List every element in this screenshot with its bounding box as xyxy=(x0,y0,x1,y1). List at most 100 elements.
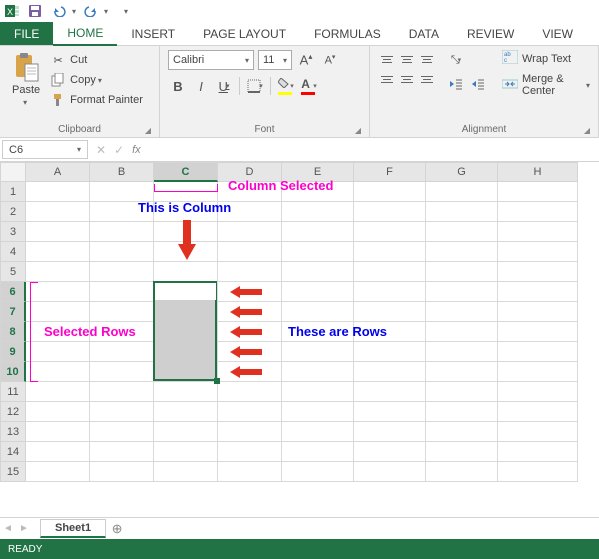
cell-E8[interactable] xyxy=(282,322,354,342)
row-header-7[interactable]: 7 xyxy=(0,302,26,322)
cell-F1[interactable] xyxy=(354,182,426,202)
col-header-H[interactable]: H xyxy=(498,162,578,182)
cell-F6[interactable] xyxy=(354,282,426,302)
tab-view[interactable]: VIEW xyxy=(528,22,587,45)
qat-customize-icon[interactable]: ▾ xyxy=(124,7,128,16)
cell-E4[interactable] xyxy=(282,242,354,262)
cell-A8[interactable] xyxy=(26,322,90,342)
cell-F2[interactable] xyxy=(354,202,426,222)
cell-G8[interactable] xyxy=(426,322,498,342)
cell-H6[interactable] xyxy=(498,282,578,302)
cell-G11[interactable] xyxy=(426,382,498,402)
cell-C9[interactable] xyxy=(154,342,218,362)
cell-D2[interactable] xyxy=(218,202,282,222)
cell-D9[interactable] xyxy=(218,342,282,362)
row-header-8[interactable]: 8 xyxy=(0,322,26,342)
col-header-F[interactable]: F xyxy=(354,162,426,182)
cell-D6[interactable] xyxy=(218,282,282,302)
cell-A9[interactable] xyxy=(26,342,90,362)
cell-D13[interactable] xyxy=(218,422,282,442)
cell-H11[interactable] xyxy=(498,382,578,402)
row-header-9[interactable]: 9 xyxy=(0,342,26,362)
cell-G3[interactable] xyxy=(426,222,498,242)
cell-C13[interactable] xyxy=(154,422,218,442)
cell-B9[interactable] xyxy=(90,342,154,362)
tab-scroll-right-icon[interactable]: ► xyxy=(16,523,32,534)
cell-F8[interactable] xyxy=(354,322,426,342)
cell-G4[interactable] xyxy=(426,242,498,262)
undo-icon[interactable] xyxy=(50,2,68,20)
cell-A7[interactable] xyxy=(26,302,90,322)
cell-D10[interactable] xyxy=(218,362,282,382)
row-header-15[interactable]: 15 xyxy=(0,462,26,482)
cell-D7[interactable] xyxy=(218,302,282,322)
decrease-font-button[interactable]: A▾ xyxy=(320,50,340,70)
cell-C7[interactable] xyxy=(154,302,218,322)
cell-D4[interactable] xyxy=(218,242,282,262)
row-header-13[interactable]: 13 xyxy=(0,422,26,442)
cell-E5[interactable] xyxy=(282,262,354,282)
cell-F14[interactable] xyxy=(354,442,426,462)
cell-H2[interactable] xyxy=(498,202,578,222)
tab-page-layout[interactable]: PAGE LAYOUT xyxy=(189,22,300,45)
redo-icon[interactable] xyxy=(82,2,100,20)
align-bottom-center-button[interactable] xyxy=(398,70,416,88)
cell-E12[interactable] xyxy=(282,402,354,422)
save-icon[interactable] xyxy=(26,2,44,20)
select-all-corner[interactable] xyxy=(0,162,26,182)
cell-F11[interactable] xyxy=(354,382,426,402)
cell-A13[interactable] xyxy=(26,422,90,442)
tab-insert[interactable]: INSERT xyxy=(117,22,189,45)
cell-H7[interactable] xyxy=(498,302,578,322)
cell-G6[interactable] xyxy=(426,282,498,302)
row-header-12[interactable]: 12 xyxy=(0,402,26,422)
cell-C6[interactable] xyxy=(154,282,218,302)
border-button[interactable]: ▾ xyxy=(245,76,265,96)
format-painter-button[interactable]: Format Painter xyxy=(50,92,143,108)
tab-formulas[interactable]: FORMULAS xyxy=(300,22,395,45)
new-sheet-button[interactable]: ⊕ xyxy=(106,521,128,537)
cell-E2[interactable] xyxy=(282,202,354,222)
paste-button[interactable]: Paste ▾ xyxy=(8,50,44,109)
cell-C3[interactable] xyxy=(154,222,218,242)
cell-A5[interactable] xyxy=(26,262,90,282)
cell-H5[interactable] xyxy=(498,262,578,282)
row-header-14[interactable]: 14 xyxy=(0,442,26,462)
cell-B5[interactable] xyxy=(90,262,154,282)
cell-E10[interactable] xyxy=(282,362,354,382)
cell-H15[interactable] xyxy=(498,462,578,482)
cell-B13[interactable] xyxy=(90,422,154,442)
cell-C8[interactable] xyxy=(154,322,218,342)
enter-formula-icon[interactable]: ✓ xyxy=(114,143,124,157)
cell-D8[interactable] xyxy=(218,322,282,342)
row-header-4[interactable]: 4 xyxy=(0,242,26,262)
row-header-3[interactable]: 3 xyxy=(0,222,26,242)
decrease-indent-button[interactable] xyxy=(446,74,466,94)
row-header-2[interactable]: 2 xyxy=(0,202,26,222)
cell-A1[interactable] xyxy=(26,182,90,202)
cell-D5[interactable] xyxy=(218,262,282,282)
cell-G14[interactable] xyxy=(426,442,498,462)
cell-B4[interactable] xyxy=(90,242,154,262)
cell-F10[interactable] xyxy=(354,362,426,382)
cell-C14[interactable] xyxy=(154,442,218,462)
row-header-10[interactable]: 10 xyxy=(0,362,26,382)
font-dialog-launcher-icon[interactable]: ◢ xyxy=(355,126,361,135)
alignment-dialog-launcher-icon[interactable]: ◢ xyxy=(584,126,590,135)
cell-D14[interactable] xyxy=(218,442,282,462)
cell-C15[interactable] xyxy=(154,462,218,482)
cell-A2[interactable] xyxy=(26,202,90,222)
cell-G7[interactable] xyxy=(426,302,498,322)
wrap-text-button[interactable]: abcWrap Text xyxy=(502,50,590,67)
cell-B12[interactable] xyxy=(90,402,154,422)
cell-E13[interactable] xyxy=(282,422,354,442)
cell-A3[interactable] xyxy=(26,222,90,242)
cell-D1[interactable] xyxy=(218,182,282,202)
col-header-C[interactable]: C xyxy=(154,162,218,182)
cell-B11[interactable] xyxy=(90,382,154,402)
cell-B7[interactable] xyxy=(90,302,154,322)
cell-A4[interactable] xyxy=(26,242,90,262)
cell-C5[interactable] xyxy=(154,262,218,282)
cell-E6[interactable] xyxy=(282,282,354,302)
row-header-1[interactable]: 1 xyxy=(0,182,26,202)
